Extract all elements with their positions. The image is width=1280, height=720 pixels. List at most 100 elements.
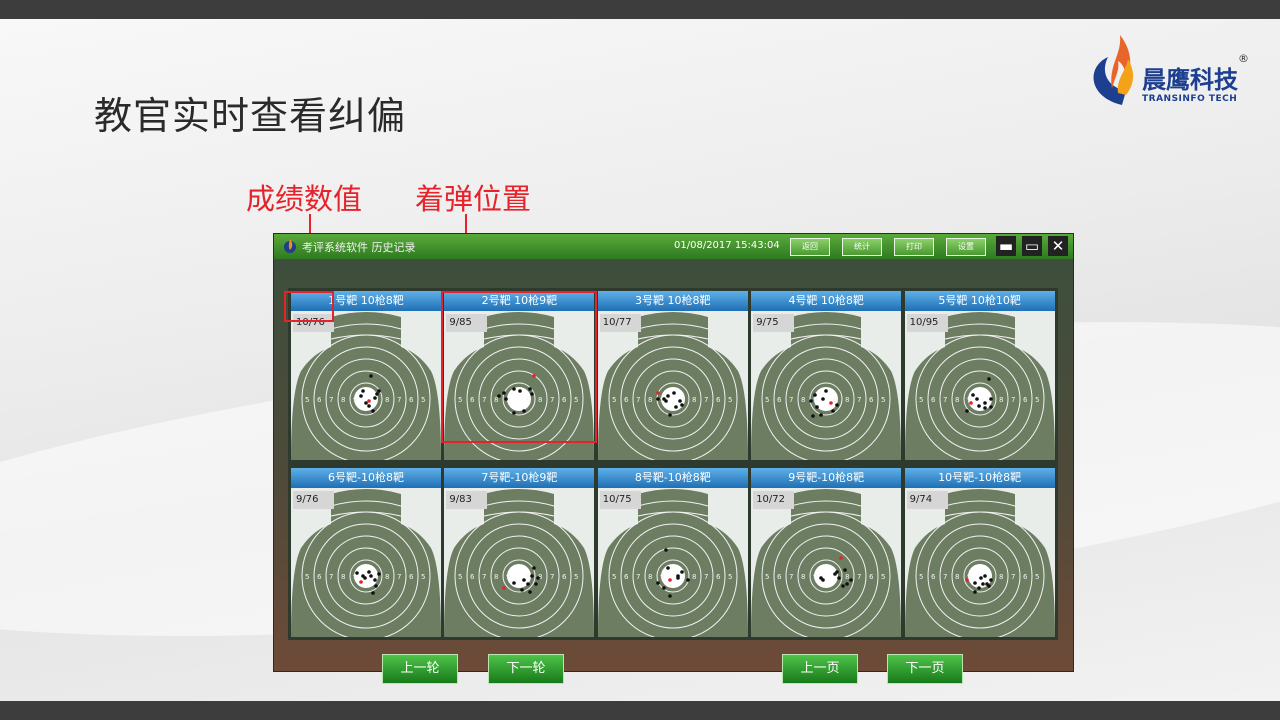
app-title: 考评系统软件 历史记录 <box>302 241 416 254</box>
bullet-hole <box>679 403 684 407</box>
logo-name-en: TRANSINFO TECH <box>1142 94 1238 104</box>
ring-number: 5 <box>765 396 769 404</box>
target-body <box>597 489 748 637</box>
bullet-hole <box>373 578 377 582</box>
target-cell[interactable]: 3号靶 10枪8靶 5 5 6 6 7 7 8 8 9 9 10/77 <box>597 291 748 460</box>
target-body <box>904 489 1055 637</box>
target-body <box>751 312 902 460</box>
bullet-hole <box>520 588 525 592</box>
bullet-hole <box>512 581 517 585</box>
target-header: 9号靶-10枪8靶 <box>751 468 902 488</box>
target-cell[interactable]: 5号靶 10枪10靶 5 5 6 6 7 7 8 8 9 9 10/95 <box>904 291 1055 460</box>
toolbar-button-back[interactable]: 返回 <box>790 238 830 256</box>
bullet-hole <box>685 578 690 582</box>
target-cell[interactable]: 7号靶-10枪9靶 5 5 6 6 7 7 8 8 9 9 9/83 <box>444 468 595 637</box>
target-cell[interactable]: 8号靶-10枪8靶 5 5 6 6 7 7 8 8 9 9 10/75 <box>597 468 748 637</box>
target-silhouette: 5 56 67 78 89 9 <box>904 489 1055 637</box>
ring-number: 6 <box>931 396 936 404</box>
annotation-score: 成绩数值 <box>246 182 363 216</box>
app-logo-icon <box>284 239 296 253</box>
ring-number: 6 <box>562 573 567 581</box>
ring-number: 9 <box>660 573 664 581</box>
score-value: 10/77 <box>599 314 641 332</box>
target-body <box>291 489 441 637</box>
bullet-hole <box>829 401 833 405</box>
bullet-hole <box>359 394 363 398</box>
next-page-button[interactable]: 下一页 <box>887 654 963 684</box>
ring-number: 5 <box>919 396 923 404</box>
bullet-hole <box>502 586 507 590</box>
target-cell[interactable]: 10号靶-10枪8靶 5 5 6 6 7 7 8 8 9 9 9/74 <box>904 468 1055 637</box>
ring-number: 5 <box>612 573 616 581</box>
prev-round-button[interactable]: 上一轮 <box>382 654 458 684</box>
maximize-icon[interactable]: ▭ <box>1022 236 1042 256</box>
ring-number: 8 <box>385 396 389 404</box>
ring-number: 8 <box>494 573 498 581</box>
ring-number: 5 <box>421 396 425 404</box>
toolbar-button-print[interactable]: 打印 <box>894 238 934 256</box>
target-silhouette: 5 56 67 78 89 9 <box>291 489 441 637</box>
bullet-hole <box>972 590 977 594</box>
bullet-hole <box>528 590 533 594</box>
target-grid: 1号靶 10枪8靶 5 5 6 6 7 7 8 8 9 9 10/76 2号靶 10枪9靶 5 5 6 6 7 7 8… <box>288 288 1058 640</box>
bullet-hole <box>377 572 381 576</box>
bullet-hole <box>522 578 527 582</box>
ring-number: 5 <box>305 573 309 581</box>
bullet-hole <box>978 576 983 580</box>
target-cell[interactable]: 9号靶-10枪8靶 5 5 6 6 7 7 8 8 9 9 10/72 <box>751 468 902 637</box>
bullet-hole <box>833 572 837 576</box>
ring-number: 6 <box>409 396 414 404</box>
ring-number: 8 <box>955 396 959 404</box>
bullet-hole <box>355 571 359 575</box>
bullet-hole <box>375 392 379 396</box>
ring-number: 5 <box>881 396 885 404</box>
target-body <box>444 489 595 637</box>
ring-number: 8 <box>999 573 1003 581</box>
score-highlight-box <box>284 291 334 322</box>
toolbar-button-stats[interactable]: 统计 <box>842 238 882 256</box>
ring-number: 6 <box>716 573 721 581</box>
target-header: 7号靶-10枪9靶 <box>444 468 595 488</box>
prev-page-button[interactable]: 上一页 <box>782 654 858 684</box>
ring-number: 7 <box>789 396 793 404</box>
next-round-button[interactable]: 下一轮 <box>488 654 564 684</box>
impact-highlight-box <box>441 291 597 443</box>
bullet-hole <box>839 556 843 560</box>
toolbar-button-settings[interactable]: 设置 <box>946 238 986 256</box>
ring-number: 6 <box>624 573 629 581</box>
score-value: 9/76 <box>293 491 334 509</box>
bullet-hole <box>673 405 678 409</box>
ring-number: 6 <box>317 396 322 404</box>
bullet-hole <box>843 568 847 572</box>
ring-number: 9 <box>833 396 837 404</box>
bullet-hole <box>359 580 363 584</box>
bullet-hole <box>675 576 680 580</box>
bullet-hole <box>974 397 979 401</box>
ring-number: 7 <box>1011 396 1015 404</box>
bullet-hole <box>369 374 373 378</box>
bullet-hole <box>534 582 539 586</box>
target-silhouette: 5 56 67 78 89 9 <box>444 489 595 637</box>
target-cell[interactable]: 6号靶-10枪8靶 5 5 6 6 7 7 8 8 9 9 9/76 <box>291 468 441 637</box>
bullet-hole <box>964 578 969 582</box>
close-icon[interactable]: ✕ <box>1048 236 1068 256</box>
ring-number: 6 <box>931 573 936 581</box>
bullet-hole <box>667 594 672 598</box>
bullet-hole <box>665 394 670 398</box>
target-header: 3号靶 10枪8靶 <box>597 291 748 311</box>
minimize-icon[interactable]: ▬ <box>996 236 1016 256</box>
bullet-hole <box>655 391 660 395</box>
bullet-hole <box>677 399 682 403</box>
target-header: 5号靶 10枪10靶 <box>904 291 1055 311</box>
ring-number: 7 <box>943 396 947 404</box>
ring-number: 5 <box>1035 396 1039 404</box>
bullet-hole <box>976 586 981 590</box>
target-silhouette: 5 56 67 78 89 9 <box>751 489 902 637</box>
target-cell[interactable]: 4号靶 10枪8靶 5 5 6 6 7 7 8 8 9 9 9/75 <box>751 291 902 460</box>
target-body <box>291 312 441 460</box>
bullet-hole <box>841 584 845 588</box>
slide: 教官实时查看纠偏 晨鹰科技 TRANSINFO TECH ® 成绩数值 着弹位置… <box>0 19 1280 701</box>
title-bar: 考评系统软件 历史记录 01/08/2017 15:43:04 返回 统计 打印… <box>274 234 1073 259</box>
ring-number: 6 <box>869 396 874 404</box>
app-window: 考评系统软件 历史记录 01/08/2017 15:43:04 返回 统计 打印… <box>273 233 1074 684</box>
